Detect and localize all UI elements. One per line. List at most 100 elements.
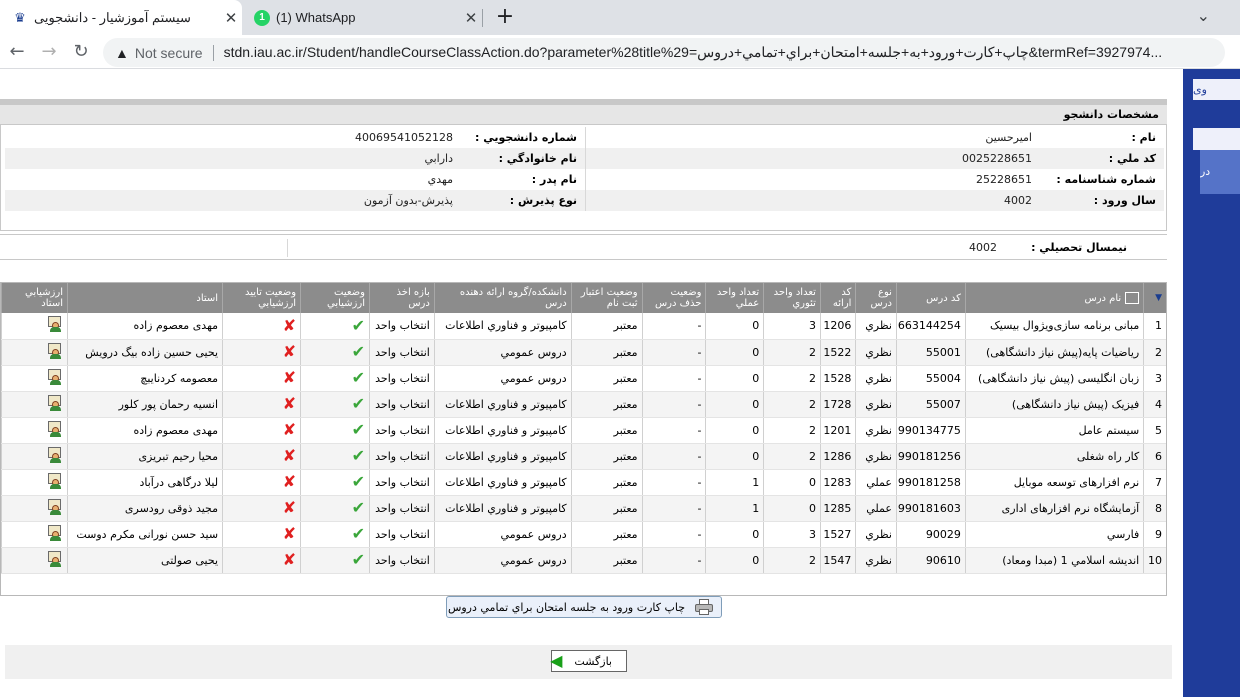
sidebar-menu-item[interactable]: وی	[1193, 79, 1240, 100]
table-row: 9 فارسي 90029 نظري 1527 3 0- معتبر دروس عمومي انت…	[1, 521, 1166, 548]
eval-status-cell: ✔	[300, 391, 370, 418]
evaluate-teacher-icon[interactable]	[47, 342, 63, 359]
cross-icon: ✘	[282, 420, 297, 439]
evaluate-teacher-icon[interactable]	[47, 368, 63, 385]
info-label: کد ملي :	[1108, 152, 1156, 165]
evaluate-teacher-icon[interactable]	[47, 394, 63, 411]
confirm-status-cell: ✘	[222, 495, 301, 522]
student-section-title: مشخصات دانشجو	[0, 105, 1167, 125]
address-bar[interactable]: ▲ Not secure stdn.iau.ac.ir/Student/hand…	[103, 38, 1225, 67]
evaluate-teacher-cell	[1, 391, 68, 418]
col-header-credit: وضعيت اعتبار ثبت نام	[570, 283, 643, 313]
col-header-confirm-status: وضعيت تاييد ارزشيابي	[222, 283, 301, 313]
course-table-container: ▼ نام درس کد درس نوع درس کد ارائه تعداد …	[0, 282, 1167, 596]
col-header-name: نام درس	[964, 283, 1144, 313]
url-text[interactable]: stdn.iau.ac.ir/Student/handleCourseClass…	[224, 44, 1225, 61]
confirm-status-cell: ✘	[222, 365, 301, 392]
evaluate-teacher-icon[interactable]	[47, 316, 63, 333]
row-number: 8	[1143, 495, 1166, 522]
back-button-label: بازگشت	[574, 654, 612, 668]
evaluate-teacher-cell	[1, 365, 68, 392]
tab-whatsapp[interactable]: 1 (1) WhatsApp ✕	[242, 0, 482, 35]
info-value: 40069541052128	[355, 131, 453, 144]
drop-status: -	[641, 391, 706, 418]
evaluate-teacher-cell	[1, 417, 68, 444]
table-row: 4 فيزيک (پيش نياز دانشگاهی) 55007 نظري 1728 2…	[1, 391, 1166, 418]
practical-units: 0	[705, 417, 764, 444]
evaluate-teacher-icon[interactable]	[47, 524, 63, 541]
theory-units: 3	[763, 313, 821, 340]
course-name: انديشه اسلامي 1 (مبدا ومعاد)	[964, 547, 1144, 574]
course-name: نرم افزارهای توسعه موبایل	[964, 469, 1144, 496]
evaluate-teacher-icon[interactable]	[47, 446, 63, 463]
info-label: شماره شناسنامه :	[1056, 173, 1156, 186]
course-type: نظري	[855, 443, 897, 470]
info-value: پذيرش-بدون آزمون	[363, 194, 453, 207]
teacher-name: مهدی معصوم زاده	[66, 417, 223, 444]
close-tab-icon[interactable]: ✕	[460, 9, 482, 27]
info-value: 0025228651	[962, 152, 1032, 165]
course-name: فارسي	[964, 521, 1144, 548]
sidebar-menu-item-blank[interactable]	[1193, 128, 1240, 150]
table-row: 10 انديشه اسلامي 1 (مبدا ومعاد) 90610 نظري 1…	[1, 547, 1166, 574]
eval-status-cell: ✔	[300, 339, 370, 366]
course-code: 5990134775	[895, 417, 966, 444]
teacher-name: معصومه كردنايبچ	[66, 365, 223, 392]
offer-code: 1201	[819, 417, 856, 444]
tab-student-system[interactable]: ♛ سیستم آموزشیار - دانشجویی ✕	[0, 0, 242, 35]
back-arrow-icon: ◀	[550, 651, 563, 670]
offer-code: 1285	[819, 495, 856, 522]
teacher-name: انسيه رحمان پور كلور	[66, 391, 223, 418]
back-button[interactable]: بازگشت ◀	[550, 650, 627, 672]
confirm-status-cell: ✘	[222, 391, 301, 418]
tab-search-chevron-icon[interactable]: ⌄	[1197, 6, 1210, 25]
table-row: 2 رياضيات پايه(پيش نياز دانشگاهی) 55001 نظر…	[1, 339, 1166, 366]
theory-units: 2	[763, 339, 821, 366]
cross-icon: ✘	[282, 550, 297, 569]
course-code: 5990181258	[895, 469, 966, 496]
print-exam-card-button[interactable]: چاپ کارت ورود به جلسه امتحان براي تمامي …	[446, 596, 722, 618]
confirm-status-cell: ✘	[222, 313, 301, 340]
col-header-period: بازه اخذ درس	[368, 283, 435, 313]
practical-units: 0	[705, 521, 764, 548]
course-table: ▼ نام درس کد درس نوع درس کد ارائه تعداد …	[1, 283, 1166, 574]
sort-column[interactable]: ▼	[1143, 283, 1166, 313]
omnibox-divider	[212, 44, 214, 61]
confirm-status-cell: ✘	[222, 339, 301, 366]
cross-icon: ✘	[282, 315, 297, 335]
credit-status: معتبر	[570, 391, 643, 418]
confirm-status-cell: ✘	[222, 443, 301, 470]
credit-status: معتبر	[570, 313, 643, 340]
term-row: نيمسال تحصيلي : 4002	[0, 234, 1167, 260]
evaluate-teacher-icon[interactable]	[47, 498, 63, 515]
table-header-row: ▼ نام درس کد درس نوع درس کد ارائه تعداد …	[1, 283, 1166, 313]
forward-arrow-icon[interactable]: →	[36, 39, 62, 65]
faculty: دروس عمومي	[433, 547, 572, 574]
offer-code: 1527	[819, 521, 856, 548]
info-label: نام خانوادگي :	[498, 152, 577, 165]
evaluate-teacher-icon[interactable]	[47, 550, 63, 567]
table-row: 7 نرم افزارهای توسعه موبایل 5990181258 عملي…	[1, 469, 1166, 496]
evaluate-teacher-icon[interactable]	[47, 420, 63, 437]
faculty: کامپيوتر و فناوري اطلاعات	[433, 469, 572, 496]
course-code: 55007	[895, 391, 966, 418]
info-value: اميرحسين	[985, 131, 1032, 144]
check-icon: ✔	[351, 342, 365, 361]
confirm-status-cell: ✘	[222, 469, 301, 496]
practical-units: 1	[705, 495, 764, 522]
evaluate-teacher-icon[interactable]	[47, 472, 63, 489]
close-tab-icon[interactable]: ✕	[220, 9, 242, 27]
teacher-name: يحيی صولتی	[66, 547, 223, 574]
new-tab-button[interactable]: +	[492, 4, 518, 30]
sidebar-menu-item-active[interactable]: در	[1200, 150, 1240, 194]
eval-status-cell: ✔	[300, 521, 370, 548]
faculty: کامپيوتر و فناوري اطلاعات	[433, 495, 572, 522]
course-type: نظري	[855, 313, 897, 340]
info-row: نوع پذيرش : پذيرش-بدون آزمون سال ورود : 40…	[5, 190, 1164, 211]
reload-icon[interactable]: ↻	[68, 39, 94, 65]
sort-arrow-icon[interactable]: ▼	[1155, 293, 1162, 303]
back-arrow-icon[interactable]: ←	[4, 39, 30, 65]
col-header-teacher: استاد	[66, 283, 223, 313]
course-table-body: 1 مبانی برنامه سازی‌ویژوال بیسیک 166314425…	[1, 313, 1166, 574]
practical-units: 0	[705, 547, 764, 574]
